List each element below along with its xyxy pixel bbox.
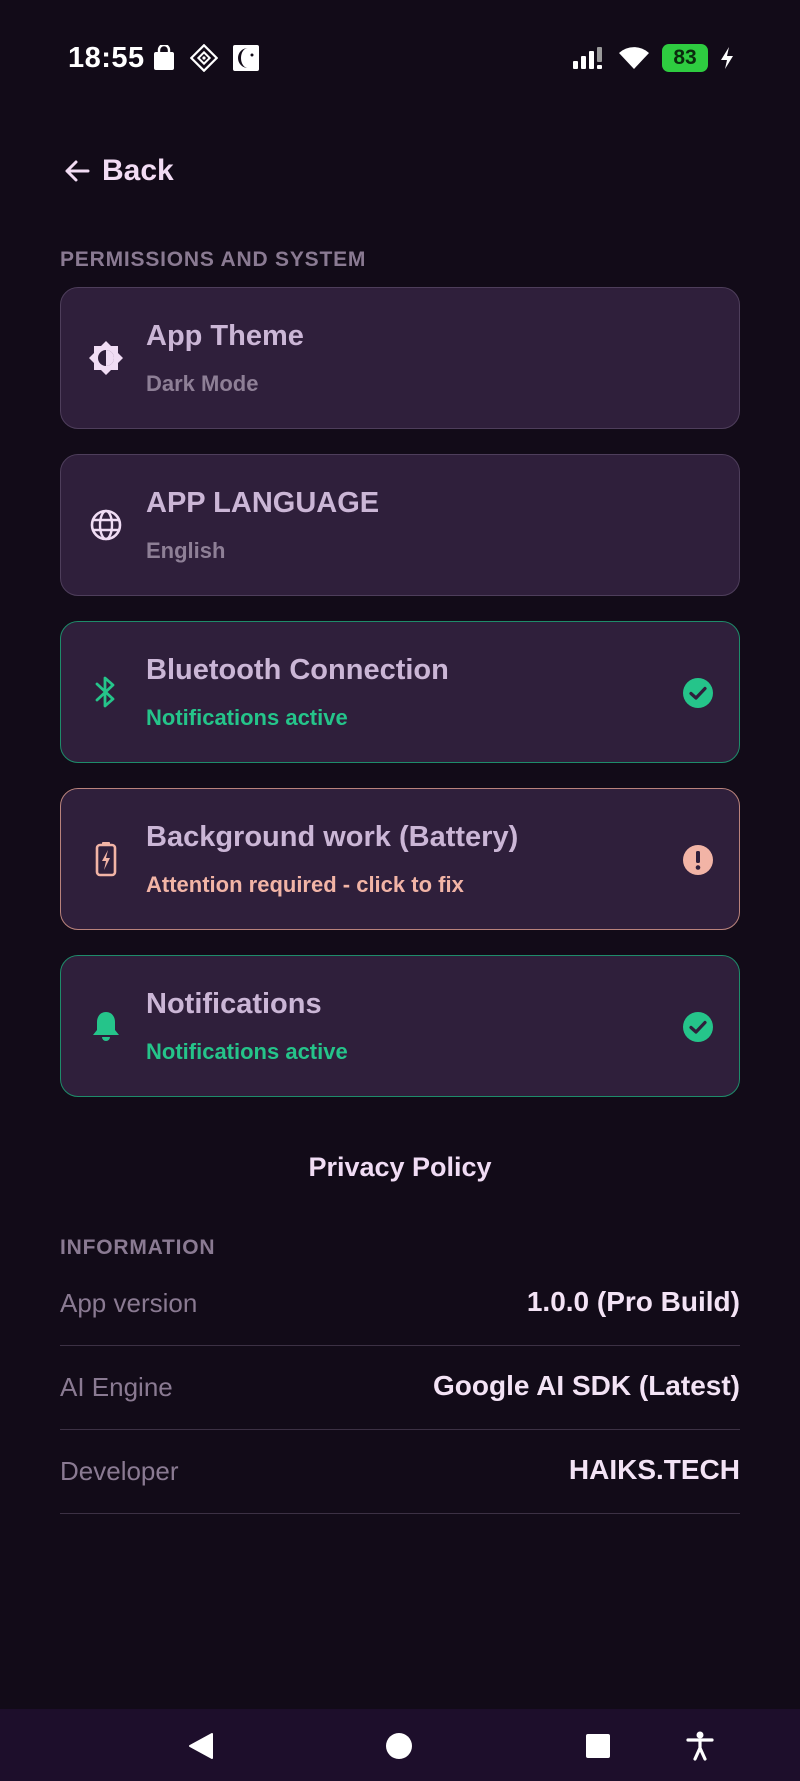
card-subtitle: Notifications active bbox=[146, 705, 348, 730]
info-row-developer: Developer HAIKS.TECH bbox=[60, 1430, 740, 1514]
nav-accessibility-button[interactable] bbox=[685, 1731, 715, 1761]
bluetooth-icon bbox=[87, 673, 125, 711]
settings-screen: 18:55 83 Back PERMISSIONS AND SYSTEM App… bbox=[0, 0, 800, 1781]
info-value: Google AI SDK (Latest) bbox=[433, 1370, 740, 1401]
info-label: App version bbox=[60, 1288, 198, 1318]
card-subtitle: Dark Mode bbox=[146, 371, 259, 396]
signal-icon bbox=[573, 47, 602, 69]
bluetooth-card[interactable]: Bluetooth Connection Notifications activ… bbox=[60, 621, 740, 763]
diamond-grid-icon bbox=[190, 44, 218, 72]
info-label: Developer bbox=[60, 1456, 179, 1486]
arrow-left-icon bbox=[65, 160, 90, 182]
status-left-icons bbox=[152, 44, 260, 72]
info-value: HAIKS.TECH bbox=[568, 1454, 740, 1485]
status-time: 18:55 bbox=[68, 42, 145, 74]
moon-face-icon bbox=[233, 45, 259, 71]
globe-icon bbox=[87, 506, 125, 544]
alert-circle-icon bbox=[683, 845, 713, 875]
battery-icon: 83 bbox=[662, 44, 708, 72]
check-circle-icon bbox=[683, 678, 713, 708]
status-bar: 18:55 83 bbox=[0, 0, 800, 120]
notifications-card[interactable]: Notifications Notifications active bbox=[60, 955, 740, 1097]
privacy-policy-link[interactable]: Privacy Policy bbox=[0, 1152, 800, 1183]
circle-home-icon bbox=[386, 1733, 412, 1759]
app-language-card[interactable]: APP LANGUAGE English bbox=[60, 454, 740, 596]
back-button[interactable]: Back bbox=[62, 150, 174, 192]
system-navigation-bar bbox=[0, 1709, 800, 1781]
card-subtitle: Notifications active bbox=[146, 1039, 348, 1064]
info-label: AI Engine bbox=[60, 1372, 173, 1402]
info-row-app-version: App version 1.0.0 (Pro Build) bbox=[60, 1262, 740, 1346]
battery-alert-icon bbox=[87, 840, 125, 878]
card-title: App Theme bbox=[146, 320, 304, 352]
info-row-ai-engine: AI Engine Google AI SDK (Latest) bbox=[60, 1346, 740, 1430]
back-label: Back bbox=[102, 154, 174, 187]
card-title: Background work (Battery) bbox=[146, 821, 519, 853]
card-subtitle: Attention required - click to fix bbox=[146, 872, 464, 897]
background-work-card[interactable]: Background work (Battery) Attention requ… bbox=[60, 788, 740, 930]
bell-icon bbox=[87, 1007, 125, 1045]
info-value: 1.0.0 (Pro Build) bbox=[526, 1286, 740, 1317]
theme-icon bbox=[87, 339, 125, 377]
nav-home-button[interactable] bbox=[384, 1731, 414, 1761]
charging-icon bbox=[721, 47, 733, 69]
nav-recents-button[interactable] bbox=[583, 1731, 613, 1761]
status-right-icons: 83 bbox=[572, 44, 734, 72]
square-recents-icon bbox=[586, 1734, 610, 1758]
card-title: Notifications bbox=[146, 988, 322, 1020]
accessibility-icon bbox=[686, 1731, 714, 1761]
app-theme-card[interactable]: App Theme Dark Mode bbox=[60, 287, 740, 429]
card-subtitle: English bbox=[146, 538, 226, 563]
permissions-section-title: PERMISSIONS AND SYSTEM bbox=[60, 248, 367, 271]
check-circle-icon bbox=[683, 1012, 713, 1042]
shopping-bag-icon bbox=[154, 45, 174, 70]
wifi-icon bbox=[619, 47, 649, 69]
nav-back-button[interactable] bbox=[186, 1731, 216, 1761]
card-title: Bluetooth Connection bbox=[146, 654, 449, 686]
triangle-back-icon bbox=[189, 1733, 213, 1759]
card-title: APP LANGUAGE bbox=[146, 487, 380, 519]
information-section-title: INFORMATION bbox=[60, 1236, 216, 1259]
